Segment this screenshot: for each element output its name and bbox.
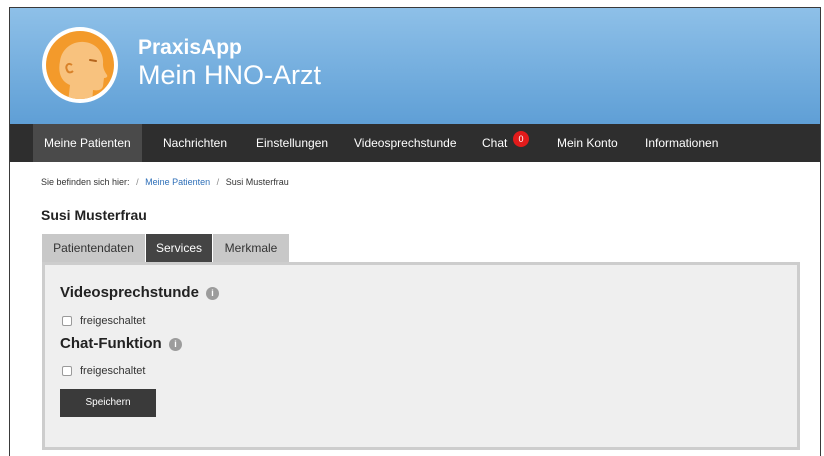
chat-funktion-checkbox-row: freigeschaltet <box>62 365 145 377</box>
section-title-videosprechstunde: Videosprechstunde <box>60 284 199 301</box>
breadcrumb-separator: / <box>216 177 220 187</box>
videosprechstunde-checkbox[interactable] <box>62 316 72 327</box>
tab-patientendaten[interactable]: Patientendaten <box>42 234 145 262</box>
breadcrumb: Sie befinden sich hier: / Meine Patiente… <box>41 177 289 187</box>
checkbox-label: freigeschaltet <box>80 365 146 377</box>
app-window: PraxisApp Mein HNO-Arzt Meine Patienten … <box>9 7 821 456</box>
tab-merkmale[interactable]: Merkmale <box>213 234 289 262</box>
save-button[interactable]: Speichern <box>60 389 156 417</box>
app-logo <box>42 27 118 103</box>
info-icon[interactable]: i <box>206 287 219 300</box>
app-header: PraxisApp Mein HNO-Arzt <box>10 8 820 124</box>
breadcrumb-current: Susi Musterfrau <box>225 177 289 187</box>
nav-item-einstellungen[interactable]: Einstellungen <box>245 124 339 162</box>
services-panel: Videosprechstunde i freigeschaltet Chat-… <box>42 262 800 450</box>
head-profile-icon <box>46 31 114 99</box>
nav-item-nachrichten[interactable]: Nachrichten <box>152 124 238 162</box>
app-subtitle: Mein HNO-Arzt <box>138 60 322 90</box>
section-title-chat-funktion: Chat-Funktion <box>60 335 162 352</box>
nav-item-meine-patienten[interactable]: Meine Patienten <box>33 124 142 162</box>
app-name: PraxisApp <box>138 36 242 59</box>
nav-item-chat[interactable]: Chat <box>471 124 518 162</box>
checkbox-label: freigeschaltet <box>80 315 146 327</box>
info-icon[interactable]: i <box>169 338 182 351</box>
breadcrumb-prefix: Sie befinden sich hier: <box>41 177 130 187</box>
main-nav: Meine Patienten Nachrichten Einstellunge… <box>10 124 820 162</box>
breadcrumb-separator: / <box>136 177 139 187</box>
videosprechstunde-checkbox-row: freigeschaltet <box>62 315 145 327</box>
tab-services[interactable]: Services <box>146 234 212 262</box>
nav-item-videosprechstunde[interactable]: Videosprechstunde <box>343 124 468 162</box>
page-title: Susi Musterfrau <box>41 207 147 223</box>
breadcrumb-link-meine-patienten[interactable]: Meine Patienten <box>145 177 210 187</box>
nav-item-mein-konto[interactable]: Mein Konto <box>546 124 629 162</box>
chat-funktion-checkbox[interactable] <box>62 366 72 377</box>
chat-unread-badge: 0 <box>513 131 529 147</box>
nav-item-informationen[interactable]: Informationen <box>634 124 729 162</box>
